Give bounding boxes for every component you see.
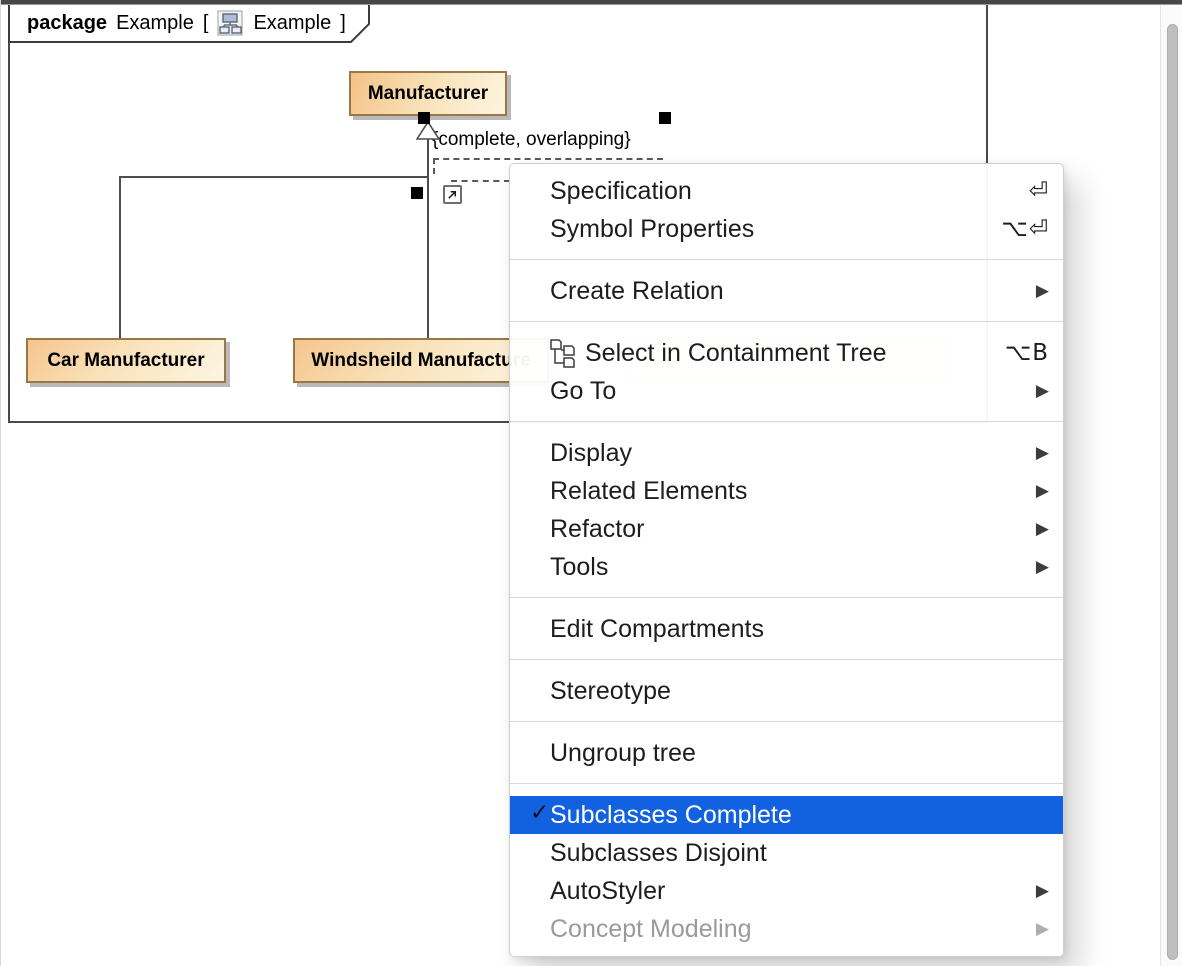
menu-separator xyxy=(510,259,1063,260)
selection-handle[interactable] xyxy=(418,112,430,124)
menu-item-label: Specification xyxy=(550,177,1029,206)
menu-item-stereotype[interactable]: Stereotype xyxy=(510,672,1063,710)
bracket-open: [ xyxy=(203,12,209,35)
menu-item-label: Go To xyxy=(550,377,1024,406)
menu-separator xyxy=(510,659,1063,660)
package-header: package Example [ Example ] xyxy=(8,7,379,39)
menu-item-subclasses-disjoint[interactable]: Subclasses Disjoint xyxy=(510,834,1063,872)
generalization-line-right-branch[interactable] xyxy=(427,176,429,338)
menu-separator xyxy=(510,721,1063,722)
submenu-arrow-icon: ▶ xyxy=(1036,381,1049,401)
menu-separator xyxy=(510,321,1063,322)
shortcut-option-b: ⌥B xyxy=(1005,340,1049,366)
menu-item-label: Related Elements xyxy=(550,477,1024,506)
package-name: Example xyxy=(116,12,194,35)
menu-item-refactor[interactable]: Refactor ▶ xyxy=(510,510,1063,548)
menu-item-label: AutoStyler xyxy=(550,877,1024,906)
shortcut-option-return: ⌥⏎ xyxy=(1001,216,1049,242)
selection-dashed-outline-top xyxy=(433,158,663,160)
window-top-edge-line xyxy=(0,4,1182,5)
submenu-arrow-icon: ▶ xyxy=(1036,919,1049,939)
class-name-label: Windsheild Manufacture xyxy=(311,350,530,372)
menu-item-tools[interactable]: Tools ▶ xyxy=(510,548,1063,586)
bracket-close: ] xyxy=(340,12,346,35)
menu-item-autostyler[interactable]: AutoStyler ▶ xyxy=(510,872,1063,910)
submenu-arrow-icon: ▶ xyxy=(1036,481,1049,501)
submenu-arrow-icon: ▶ xyxy=(1036,519,1049,539)
submenu-arrow-icon: ▶ xyxy=(1036,881,1049,901)
menu-item-label: Concept Modeling xyxy=(550,915,1024,944)
vertical-scrollbar[interactable] xyxy=(1160,4,1182,966)
menu-item-related-elements[interactable]: Related Elements ▶ xyxy=(510,472,1063,510)
menu-item-specification[interactable]: Specification ⏎ xyxy=(510,172,1063,210)
menu-item-label: Ungroup tree xyxy=(550,739,1049,768)
menu-item-label: Stereotype xyxy=(550,677,1049,706)
selection-handle[interactable] xyxy=(659,112,671,124)
vertical-scrollbar-thumb[interactable] xyxy=(1167,24,1178,960)
menu-separator xyxy=(510,597,1063,598)
menu-item-label: Subclasses Complete xyxy=(550,801,1049,830)
menu-item-ungroup-tree[interactable]: Ungroup tree xyxy=(510,734,1063,772)
class-manufacturer[interactable]: Manufacturer xyxy=(349,71,507,116)
menu-item-label: Create Relation xyxy=(550,277,1024,306)
open-link-button[interactable] xyxy=(443,185,462,204)
package-keyword: package xyxy=(27,12,107,35)
menu-item-label: Refactor xyxy=(550,515,1024,544)
context-menu: Specification ⏎ Symbol Properties ⌥⏎ Cre… xyxy=(509,163,1064,957)
menu-item-label: Select in Containment Tree xyxy=(585,339,1005,368)
menu-item-subclasses-complete[interactable]: ✓ Subclasses Complete xyxy=(510,796,1063,834)
class-name-label: Car Manufacturer xyxy=(47,350,204,372)
menu-item-go-to[interactable]: Go To ▶ xyxy=(510,372,1063,410)
menu-item-label: Display xyxy=(550,439,1024,468)
menu-item-edit-compartments[interactable]: Edit Compartments xyxy=(510,610,1063,648)
selection-handle[interactable] xyxy=(411,187,423,199)
menu-separator xyxy=(510,421,1063,422)
checkmark-icon: ✓ xyxy=(530,800,549,826)
menu-item-symbol-properties[interactable]: Symbol Properties ⌥⏎ xyxy=(510,210,1063,248)
selection-dashed-outline-side xyxy=(433,158,435,174)
generalization-line-vertical-top[interactable] xyxy=(427,139,429,177)
arrow-up-right-icon xyxy=(446,188,459,201)
class-car-manufacturer[interactable]: Car Manufacturer xyxy=(26,338,226,383)
containment-tree-icon xyxy=(549,338,585,369)
menu-item-concept-modeling[interactable]: Concept Modeling ▶ xyxy=(510,910,1063,948)
generalization-set-label[interactable]: {complete, overlapping} xyxy=(432,129,631,151)
class-name-label: Manufacturer xyxy=(368,83,488,105)
menu-item-label: Edit Compartments xyxy=(550,615,1049,644)
generalization-line-horizontal[interactable] xyxy=(119,176,429,178)
menu-item-select-in-containment-tree[interactable]: Select in Containment Tree ⌥B xyxy=(510,334,1063,372)
menu-item-create-relation[interactable]: Create Relation ▶ xyxy=(510,272,1063,310)
submenu-arrow-icon: ▶ xyxy=(1036,557,1049,577)
submenu-arrow-icon: ▶ xyxy=(1036,443,1049,463)
selection-dashed-outline-inner xyxy=(451,180,510,182)
menu-separator xyxy=(510,783,1063,784)
menu-item-label: Subclasses Disjoint xyxy=(550,839,1049,868)
submenu-arrow-icon: ▶ xyxy=(1036,281,1049,301)
diagram-name: Example xyxy=(253,12,331,35)
menu-item-label: Tools xyxy=(550,553,1024,582)
shortcut-return: ⏎ xyxy=(1029,178,1049,204)
generalization-line-left-branch[interactable] xyxy=(119,176,121,338)
window-left-edge xyxy=(0,0,1,966)
menu-item-label: Symbol Properties xyxy=(550,215,1001,244)
menu-item-display[interactable]: Display ▶ xyxy=(510,434,1063,472)
class-diagram-icon xyxy=(217,10,244,36)
